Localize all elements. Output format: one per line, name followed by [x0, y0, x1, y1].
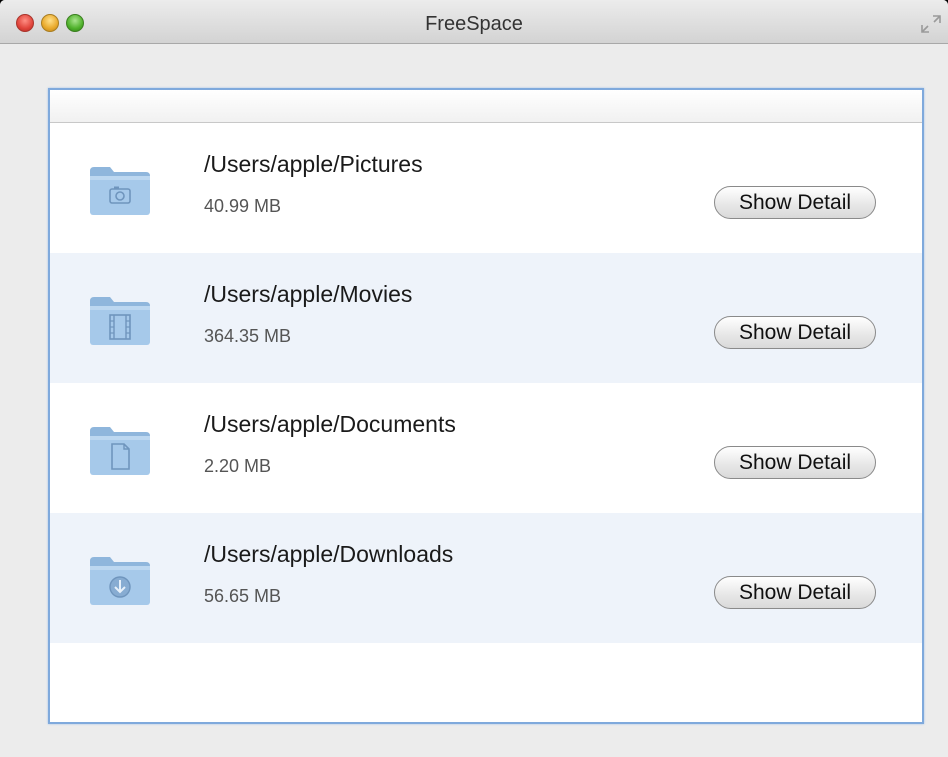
folder-size: 364.35 MB	[204, 326, 292, 346]
list-item[interactable]: /Users/apple/Documents 2.20 MB Show Deta…	[50, 383, 922, 513]
folder-path: /Users/apple/Documents	[204, 411, 456, 437]
folder-path: /Users/apple/Pictures	[204, 151, 423, 177]
show-detail-button[interactable]: Show Detail	[714, 316, 876, 349]
pictures-folder-icon	[90, 167, 150, 215]
folder-size: 40.99 MB	[204, 196, 282, 216]
list-header	[50, 90, 922, 123]
folder-path: /Users/apple/Downloads	[204, 541, 454, 567]
list-item[interactable]: /Users/apple/Downloads 56.65 MB Show Det…	[50, 513, 922, 643]
show-detail-button[interactable]: Show Detail	[714, 446, 876, 479]
movies-folder-icon	[90, 297, 150, 345]
window-title: FreeSpace	[425, 13, 523, 35]
title-bar[interactable]: FreeSpace	[0, 0, 948, 44]
app-window: FreeSpace /Users/apple/Pictures 40.99 MB	[0, 0, 948, 757]
folder-size: 2.20 MB	[204, 456, 272, 476]
show-detail-button[interactable]: Show Detail	[714, 186, 876, 219]
folder-list[interactable]: /Users/apple/Pictures 40.99 MB Show Deta…	[48, 88, 924, 724]
downloads-folder-icon	[90, 557, 150, 605]
folder-size: 56.65 MB	[204, 586, 282, 606]
list-item[interactable]: /Users/apple/Pictures 40.99 MB Show Deta…	[50, 123, 922, 253]
show-detail-button[interactable]: Show Detail	[714, 576, 876, 609]
folder-rows: /Users/apple/Pictures 40.99 MB Show Deta…	[50, 123, 922, 643]
list-item[interactable]: /Users/apple/Movies 364.35 MB Show Detai…	[50, 253, 922, 383]
documents-folder-icon	[90, 427, 150, 475]
fullscreen-icon[interactable]	[920, 14, 942, 34]
folder-path: /Users/apple/Movies	[204, 281, 413, 307]
